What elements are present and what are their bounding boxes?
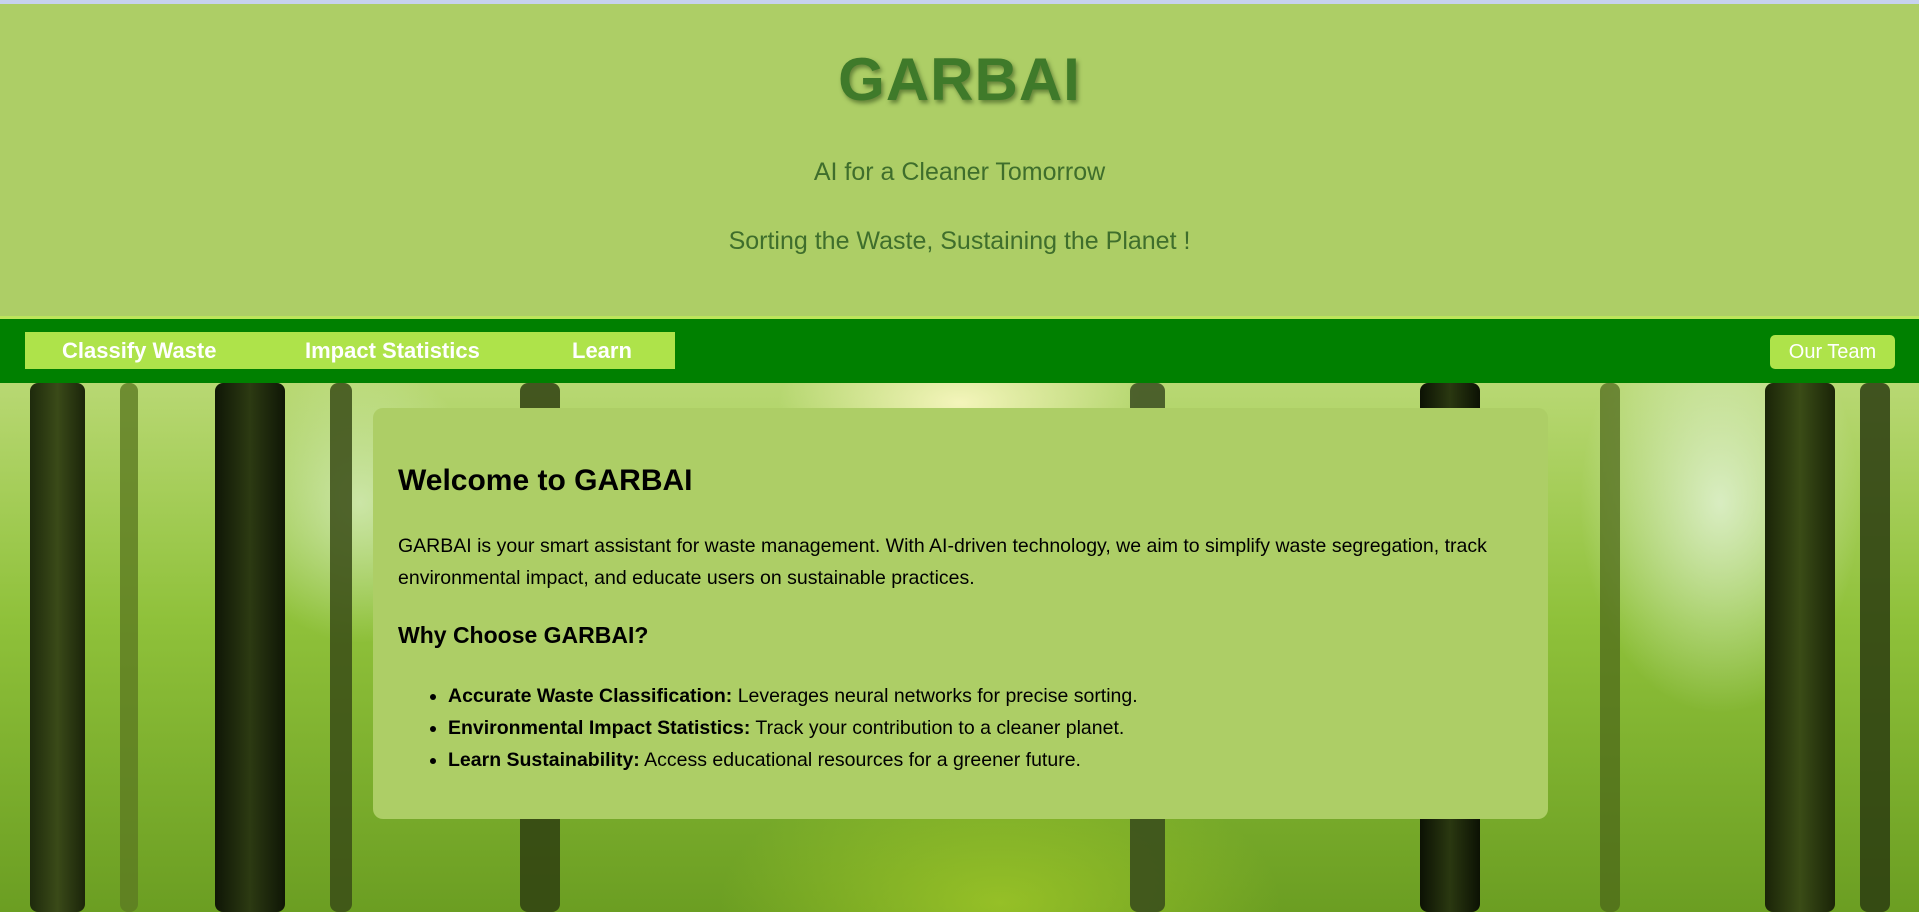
nav-link-classify-waste[interactable]: Classify Waste	[62, 338, 216, 364]
why-choose-heading: Why Choose GARBAI?	[398, 622, 649, 648]
site-brand-title: GARBAI	[838, 46, 1081, 113]
tree-trunk	[215, 383, 285, 912]
tree-trunk	[30, 383, 85, 912]
welcome-card: Welcome to GARBAI GARBAI is your smart a…	[373, 408, 1548, 819]
intro-paragraph: GARBAI is your smart assistant for waste…	[398, 535, 1487, 589]
feature-text: Access educational resources for a green…	[639, 749, 1081, 771]
feature-title: Environmental Impact Statistics:	[448, 717, 751, 739]
tagline-secondary: Sorting the Waste, Sustaining the Planet…	[728, 227, 1191, 255]
feature-list: Accurate Waste Classification: Leverages…	[398, 680, 1138, 776]
tree-trunk	[1860, 383, 1890, 912]
tree-trunk	[1600, 383, 1620, 912]
feature-title: Learn Sustainability:	[448, 749, 640, 771]
main-navigation: Classify Waste Impact Statistics Learn O…	[0, 316, 1919, 383]
list-item: Environmental Impact Statistics: Track y…	[448, 712, 1138, 744]
nav-link-impact-statistics[interactable]: Impact Statistics	[305, 338, 480, 364]
list-item: Accurate Waste Classification: Leverages…	[448, 680, 1138, 712]
tagline-primary: AI for a Cleaner Tomorrow	[813, 158, 1106, 186]
feature-text: Leverages neural networks for precise so…	[732, 685, 1138, 707]
tree-trunk	[330, 383, 352, 912]
feature-text: Track your contribution to a cleaner pla…	[750, 717, 1125, 739]
tree-trunk	[1765, 383, 1835, 912]
nav-links-group: Classify Waste Impact Statistics Learn	[25, 332, 675, 369]
site-header: GARBAI AI for a Cleaner Tomorrow Sorting…	[0, 4, 1919, 316]
our-team-button[interactable]: Our Team	[1770, 335, 1895, 369]
list-item: Learn Sustainability: Access educational…	[448, 744, 1138, 776]
feature-title: Accurate Waste Classification:	[448, 685, 733, 707]
nav-link-learn[interactable]: Learn	[572, 338, 632, 364]
welcome-heading: Welcome to GARBAI	[398, 464, 693, 497]
tree-trunk	[120, 383, 138, 912]
